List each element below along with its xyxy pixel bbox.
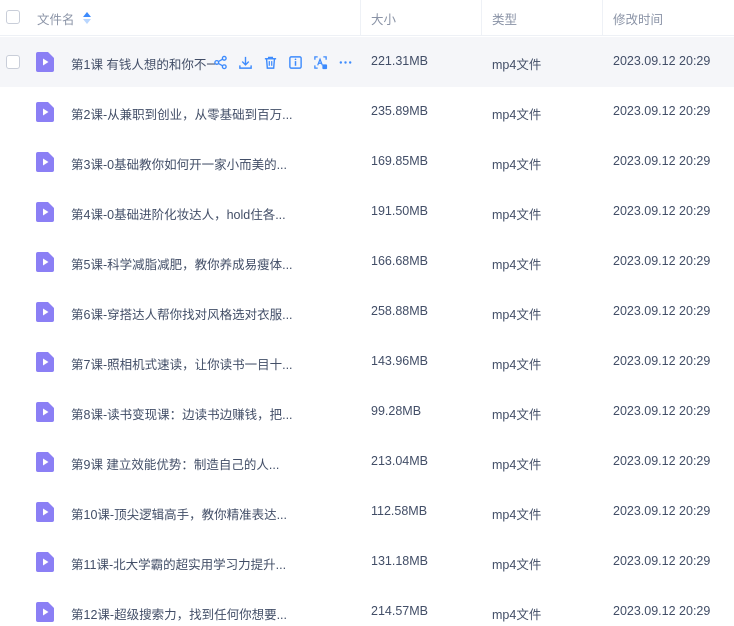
file-type: mp4文件	[492, 458, 542, 472]
file-size: 214.57MB	[371, 604, 428, 618]
modified-time: 2023.09.12 20:29	[613, 304, 711, 318]
file-name-link[interactable]: 第12课-超级搜索力，找到任何你想要...	[71, 604, 287, 623]
file-name-link[interactable]: 第5课-科学减脂减肥，教你养成易瘦体...	[71, 254, 293, 273]
modified-time: 2023.09.12 20:29	[613, 204, 711, 218]
more-icon[interactable]	[337, 54, 353, 70]
column-divider[interactable]	[360, 0, 361, 36]
table-row[interactable]: 第9课 建立效能优势：制造自己的人... 213.04MB mp4文件 2023.09…	[0, 437, 734, 487]
file-type: mp4文件	[492, 508, 542, 522]
column-header-name[interactable]: 文件名	[37, 0, 91, 36]
table-row[interactable]: 第6课-穿搭达人帮你找对风格选对衣服... 258.88MB mp4文件 2023.0…	[0, 287, 734, 337]
file-type: mp4文件	[492, 58, 542, 72]
modified-time: 2023.09.12 20:29	[613, 404, 711, 418]
video-file-icon[interactable]	[36, 52, 54, 72]
file-name-link[interactable]: 第11课-北大学霸的超实用学习力提升...	[71, 554, 286, 573]
video-file-icon[interactable]	[36, 252, 54, 272]
table-row[interactable]: 第5课-科学减脂减肥，教你养成易瘦体... 166.68MB mp4文件 2023.0…	[0, 237, 734, 287]
file-size: 99.28MB	[371, 404, 422, 418]
table-row[interactable]: 第1课 有钱人想的和你不一 221.31MB mp4文件 2023.09.12 20:…	[0, 37, 734, 87]
file-type: mp4文件	[492, 108, 542, 122]
column-header-type-label: 类型	[492, 12, 518, 27]
file-name-link[interactable]: 第10课-顶尖逻辑高手，教你精准表达...	[71, 504, 287, 523]
file-name-link[interactable]: 第3课-0基础教你如何开一家小而美的...	[71, 154, 287, 173]
column-header-type[interactable]: 类型	[492, 0, 517, 36]
file-size: 112.58MB	[371, 504, 428, 518]
video-file-icon[interactable]	[36, 552, 54, 572]
video-file-icon[interactable]	[36, 602, 54, 622]
file-name-link[interactable]: 第1课 有钱人想的和你不一	[71, 54, 219, 73]
file-size: 258.88MB	[371, 304, 428, 318]
file-size: 166.68MB	[371, 254, 428, 268]
table-row[interactable]: 第11课-北大学霸的超实用学习力提升... 131.18MB mp4文件 2023.0…	[0, 537, 734, 587]
video-file-icon[interactable]	[36, 502, 54, 522]
modified-time: 2023.09.12 20:29	[613, 354, 711, 368]
modified-time: 2023.09.12 20:29	[613, 154, 711, 168]
file-size: 213.04MB	[371, 454, 428, 468]
file-name-link[interactable]: 第6课-穿搭达人帮你找对风格选对衣服...	[71, 304, 293, 323]
table-row[interactable]: 第10课-顶尖逻辑高手，教你精准表达... 112.58MB mp4文件 2023.0…	[0, 487, 734, 537]
file-type: mp4文件	[492, 558, 542, 572]
video-file-icon[interactable]	[36, 102, 54, 122]
file-size: 235.89MB	[371, 104, 428, 118]
select-all-checkbox[interactable]	[6, 10, 20, 24]
file-name-link[interactable]: 第8课-读书变现课：边读书边赚钱，把...	[71, 404, 293, 423]
modified-time: 2023.09.12 20:29	[613, 254, 711, 268]
delete-icon[interactable]	[262, 54, 278, 70]
file-type: mp4文件	[492, 158, 542, 172]
table-header: 文件名 大小 类型 修改时间	[0, 0, 734, 36]
column-header-time-label: 修改时间	[613, 12, 664, 27]
video-file-icon[interactable]	[36, 302, 54, 322]
table-row[interactable]: 第3课-0基础教你如何开一家小而美的... 169.85MB mp4文件 2023.0…	[0, 137, 734, 187]
modified-time: 2023.09.12 20:29	[613, 554, 711, 568]
table-row[interactable]: 第4课-0基础进阶化妆达人，hold住各... 191.50MB mp4文件 2023…	[0, 187, 734, 237]
file-list-table: 文件名 大小 类型 修改时间 第1课 有钱人想的和你不一 221.31MB mp4文…	[0, 0, 734, 626]
file-name-link[interactable]: 第7课-照相机式速读，让你读书一目十...	[71, 354, 293, 373]
file-name-link[interactable]: 第9课 建立效能优势：制造自己的人...	[71, 454, 279, 473]
column-divider[interactable]	[481, 0, 482, 36]
info-icon[interactable]	[287, 54, 303, 70]
file-size: 169.85MB	[371, 154, 428, 168]
file-size: 221.31MB	[371, 54, 428, 68]
text-recognize-icon[interactable]	[312, 54, 328, 70]
video-file-icon[interactable]	[36, 152, 54, 172]
table-row[interactable]: 第8课-读书变现课：边读书边赚钱，把... 99.28MB mp4文件 2023.09…	[0, 387, 734, 437]
sort-icon[interactable]	[82, 12, 91, 24]
share-icon[interactable]	[212, 54, 228, 70]
column-header-size[interactable]: 大小	[371, 0, 396, 36]
modified-time: 2023.09.12 20:29	[613, 54, 711, 68]
table-row[interactable]: 第12课-超级搜索力，找到任何你想要... 214.57MB mp4文件 2023.0…	[0, 587, 734, 626]
file-size: 191.50MB	[371, 204, 428, 218]
video-file-icon[interactable]	[36, 452, 54, 472]
column-header-name-label: 文件名	[37, 12, 75, 27]
video-file-icon[interactable]	[36, 352, 54, 372]
video-file-icon[interactable]	[36, 402, 54, 422]
row-checkbox[interactable]	[6, 55, 20, 69]
table-row[interactable]: 第2课-从兼职到创业，从零基础到百万... 235.89MB mp4文件 2023.0…	[0, 87, 734, 137]
video-file-icon[interactable]	[36, 202, 54, 222]
file-type: mp4文件	[492, 608, 542, 622]
file-type: mp4文件	[492, 408, 542, 422]
modified-time: 2023.09.12 20:29	[613, 604, 711, 618]
file-type: mp4文件	[492, 258, 542, 272]
modified-time: 2023.09.12 20:29	[613, 104, 711, 118]
column-header-size-label: 大小	[371, 12, 397, 27]
modified-time: 2023.09.12 20:29	[613, 504, 711, 518]
column-header-time[interactable]: 修改时间	[613, 0, 663, 36]
file-size: 143.96MB	[371, 354, 428, 368]
file-name-link[interactable]: 第4课-0基础进阶化妆达人，hold住各...	[71, 204, 286, 223]
file-type: mp4文件	[492, 208, 542, 222]
file-size: 131.18MB	[371, 554, 428, 568]
column-divider[interactable]	[602, 0, 603, 36]
row-actions	[212, 54, 362, 70]
file-type: mp4文件	[492, 308, 542, 322]
download-icon[interactable]	[237, 54, 253, 70]
file-type: mp4文件	[492, 358, 542, 372]
modified-time: 2023.09.12 20:29	[613, 454, 711, 468]
table-row[interactable]: 第7课-照相机式速读，让你读书一目十... 143.96MB mp4文件 2023.0…	[0, 337, 734, 387]
file-name-link[interactable]: 第2课-从兼职到创业，从零基础到百万...	[71, 104, 293, 123]
